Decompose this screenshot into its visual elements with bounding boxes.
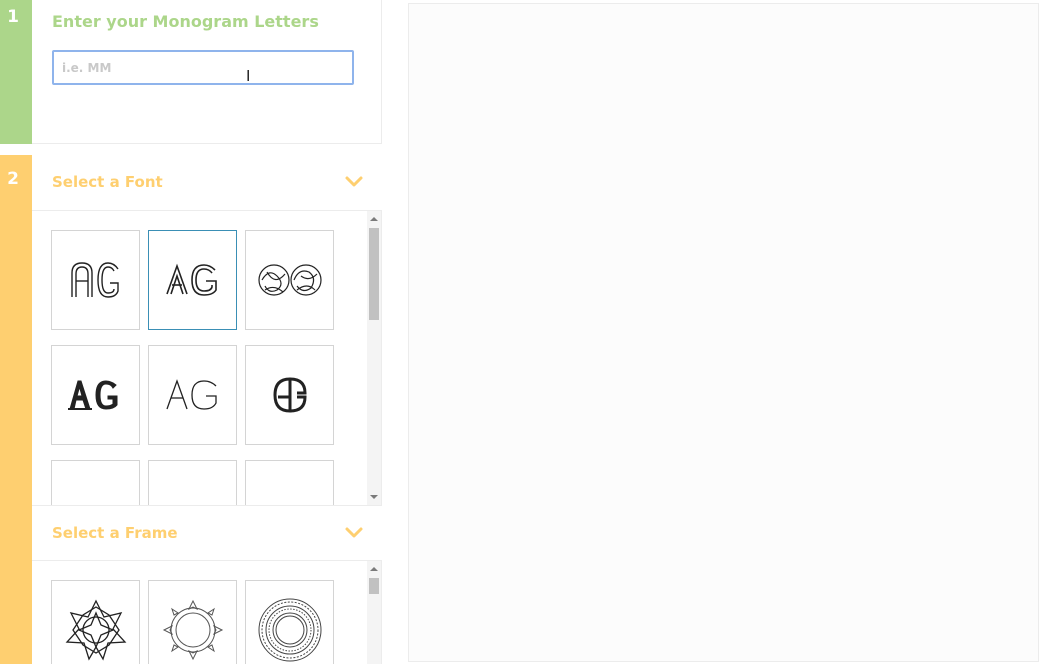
- font-option-7[interactable]: [51, 460, 140, 505]
- scrollbar-thumb[interactable]: [369, 578, 379, 594]
- step-2-number: 2: [7, 169, 19, 189]
- font-option-3[interactable]: [245, 230, 334, 330]
- select-font-header[interactable]: Select a Font: [32, 155, 382, 211]
- scroll-up-arrow-icon[interactable]: [370, 217, 378, 221]
- select-font-label: Select a Font: [52, 173, 163, 191]
- step-1-number: 1: [7, 7, 19, 27]
- font-grid: [32, 211, 382, 505]
- font-option-5[interactable]: [148, 345, 237, 445]
- step-1-bar: 1: [0, 0, 32, 144]
- font-option-1[interactable]: [51, 230, 140, 330]
- font-option-2[interactable]: [148, 230, 237, 330]
- step-2-bar: 2: [0, 155, 32, 664]
- font-option-9[interactable]: [245, 460, 334, 505]
- scrollbar-thumb[interactable]: [369, 228, 379, 320]
- font-preview-striped: [70, 262, 119, 298]
- chevron-down-icon[interactable]: [344, 175, 364, 189]
- font-option-4[interactable]: [51, 345, 140, 445]
- monogram-letters-input[interactable]: [52, 50, 354, 85]
- font-option-6[interactable]: [245, 345, 334, 445]
- geometric-star-frame-icon: [65, 599, 126, 661]
- scroll-up-arrow-icon[interactable]: [370, 567, 378, 571]
- font-preview-outline: [165, 263, 217, 296]
- frame-option-2[interactable]: [148, 580, 237, 664]
- font-option-8[interactable]: [148, 460, 237, 505]
- chevron-down-icon[interactable]: [344, 526, 364, 540]
- select-frame-header[interactable]: Select a Frame: [32, 505, 382, 561]
- font-preview-thin: [165, 379, 217, 410]
- font-grid-scrollbar[interactable]: [367, 211, 381, 505]
- font-preview-circle: [272, 377, 307, 413]
- font-preview-ornate: [257, 264, 322, 296]
- monogram-preview-area: [408, 3, 1039, 662]
- floral-wreath-frame-icon: [162, 599, 223, 661]
- frame-option-1[interactable]: [51, 580, 140, 664]
- step-1-title: Enter your Monogram Letters: [52, 12, 319, 31]
- step-1-panel: 1 Enter your Monogram Letters I: [0, 0, 382, 144]
- select-frame-label: Select a Frame: [52, 524, 178, 542]
- frame-grid-scrollbar[interactable]: [367, 561, 381, 664]
- frame-grid: [32, 561, 382, 664]
- monogram-builder: 1 Enter your Monogram Letters I 2 Select…: [0, 0, 1039, 664]
- font-preview-blackletter: [67, 380, 117, 410]
- lace-circle-frame-icon: [258, 598, 321, 662]
- step-2-panel: 2 Select a Font Select a Frame: [0, 155, 382, 664]
- scroll-down-arrow-icon[interactable]: [370, 495, 378, 499]
- text-cursor-icon: I: [246, 67, 251, 85]
- frame-option-3[interactable]: [245, 580, 334, 664]
